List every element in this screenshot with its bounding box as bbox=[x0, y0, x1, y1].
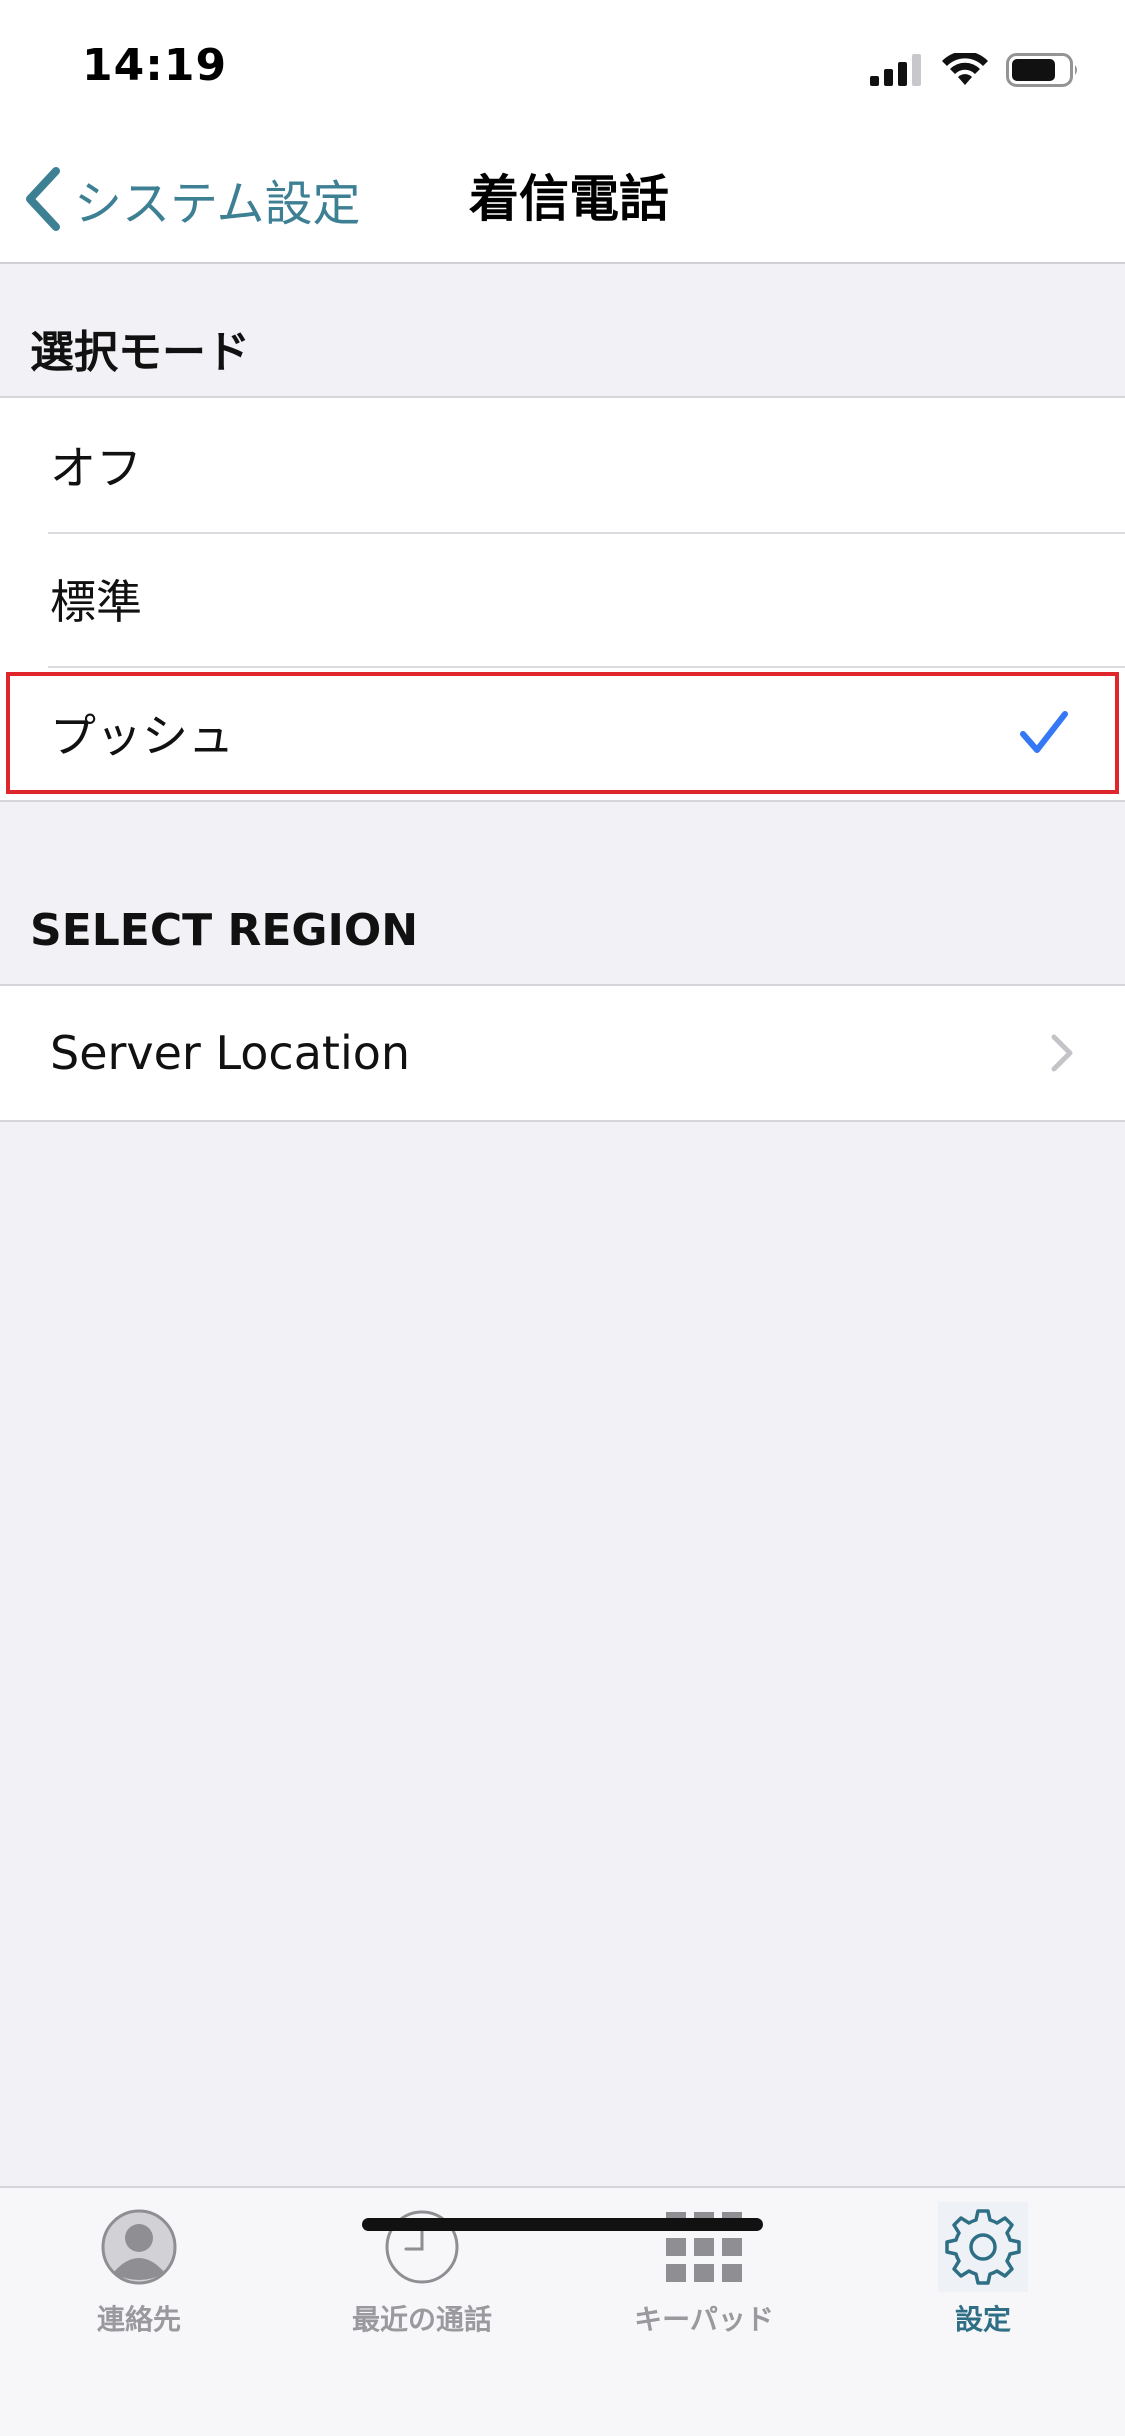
cellular-signal-icon bbox=[870, 54, 921, 86]
navigation-bar: システム設定 着信電話 bbox=[0, 134, 1125, 264]
status-bar: 14:19 bbox=[0, 0, 1125, 134]
chevron-left-icon bbox=[26, 167, 60, 231]
section-header-mode: 選択モード bbox=[30, 327, 250, 378]
back-label: システム設定 bbox=[74, 176, 361, 232]
mode-options-group: オフ 標準 プッシュ bbox=[0, 396, 1125, 802]
tab-label: 設定 bbox=[954, 2303, 1011, 2336]
keypad-icon bbox=[659, 2202, 749, 2292]
option-off[interactable]: オフ bbox=[0, 398, 1125, 532]
tab-label: 連絡先 bbox=[96, 2303, 181, 2336]
status-time: 14:19 bbox=[82, 40, 228, 91]
tab-contacts[interactable]: 連絡先 bbox=[29, 2202, 249, 2352]
option-standard[interactable]: 標準 bbox=[0, 532, 1125, 666]
tab-label: キーパッド bbox=[634, 2303, 774, 2336]
option-push[interactable]: プッシュ bbox=[0, 666, 1125, 800]
gear-icon bbox=[938, 2202, 1028, 2292]
option-label: プッシュ bbox=[50, 709, 234, 763]
status-icons bbox=[870, 50, 1080, 90]
server-location-label: Server Location bbox=[50, 1026, 411, 1080]
battery-icon bbox=[1006, 53, 1077, 87]
home-indicator[interactable] bbox=[362, 2218, 763, 2231]
server-location-row[interactable]: Server Location bbox=[0, 986, 1125, 1120]
checkmark-icon bbox=[1020, 711, 1068, 753]
page-title: 着信電話 bbox=[469, 170, 669, 228]
tab-label: 最近の通話 bbox=[351, 2303, 492, 2336]
wifi-icon bbox=[942, 53, 988, 85]
region-group: Server Location bbox=[0, 984, 1125, 1122]
option-label: 標準 bbox=[50, 575, 142, 629]
option-label: オフ bbox=[50, 441, 142, 495]
clock-icon bbox=[377, 2202, 467, 2292]
section-header-region: SELECT REGION bbox=[30, 905, 419, 956]
contact-icon bbox=[94, 2202, 184, 2292]
back-button[interactable]: システム設定 bbox=[24, 162, 361, 236]
chevron-right-icon bbox=[1051, 1034, 1073, 1072]
tab-settings[interactable]: 設定 bbox=[873, 2202, 1093, 2352]
